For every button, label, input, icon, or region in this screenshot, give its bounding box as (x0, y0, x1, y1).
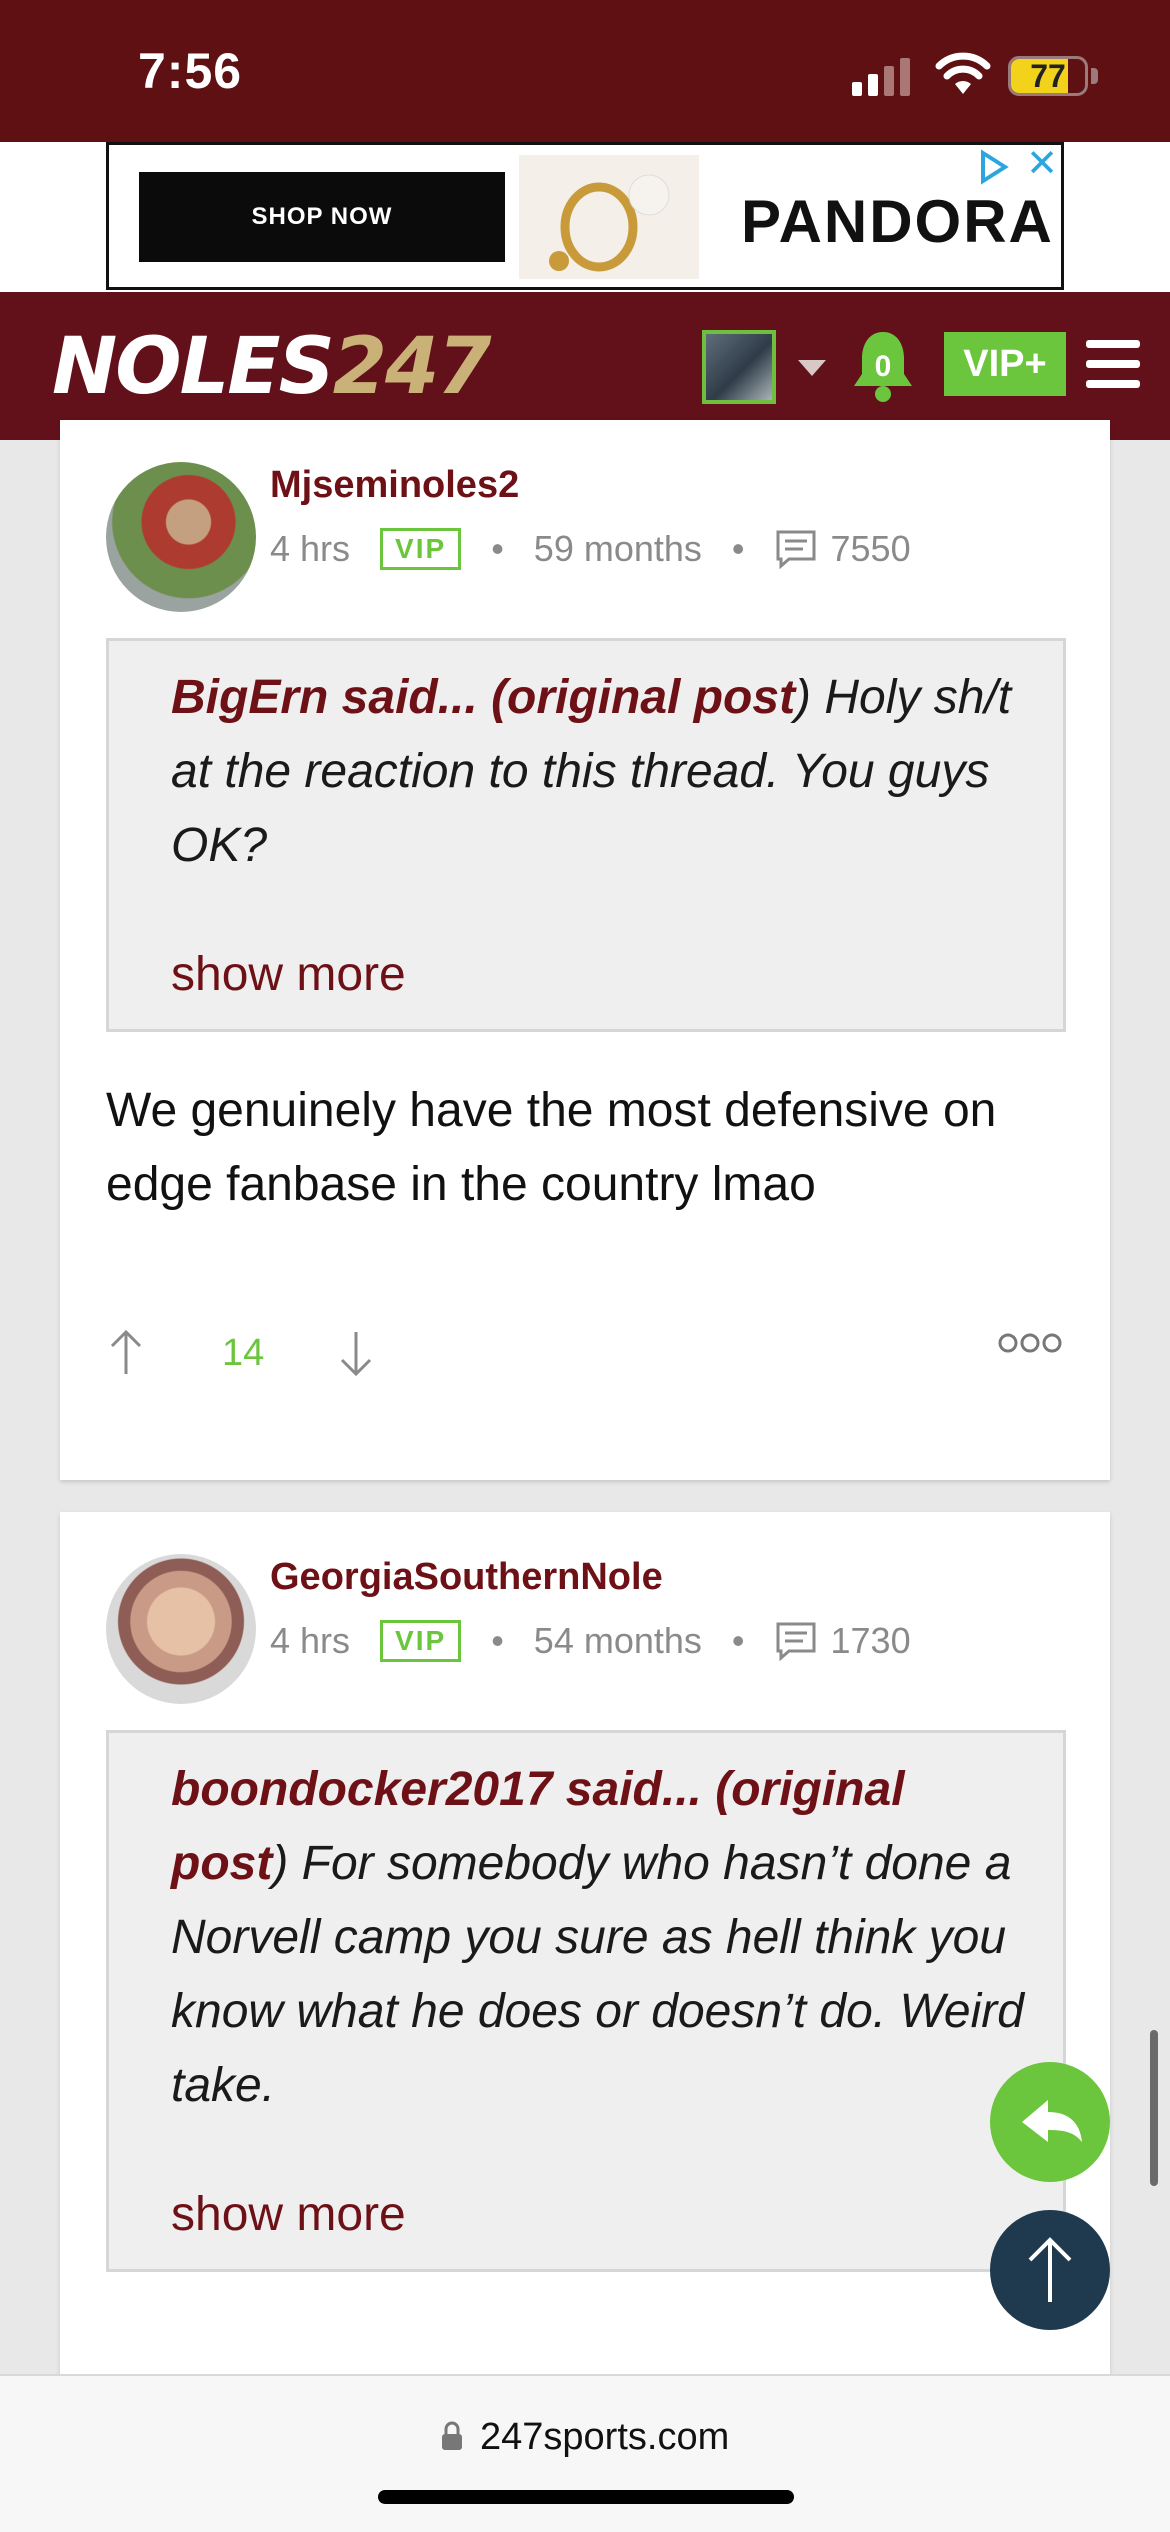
hamburger-menu-icon[interactable] (1086, 340, 1140, 388)
lock-icon (442, 2421, 462, 2450)
ad-brand-name: PANDORA (741, 188, 1054, 255)
post-time: 4 hrs (270, 1620, 351, 1661)
post-count: 1730 (830, 1620, 911, 1661)
separator-dot: • (491, 528, 504, 569)
quote-paren: ) (795, 671, 812, 724)
separator-dot: • (731, 1620, 745, 1661)
post-time: 4 hrs (270, 528, 351, 569)
close-icon[interactable]: ✕ (1025, 145, 1059, 183)
vip-badge: VIP (380, 1620, 462, 1662)
quote-block: boondocker2017 said... (original post) F… (106, 1730, 1066, 2272)
reply-icon (1022, 2100, 1082, 2142)
reply-button[interactable] (990, 2062, 1110, 2182)
quote-paren: ) (272, 1837, 289, 1890)
site-header: NOLES247 0 VIP+ (0, 292, 1170, 440)
member-tenure: 54 months (533, 1620, 702, 1661)
scrollbar[interactable] (1150, 2030, 1158, 2186)
message-icon (776, 1622, 816, 1661)
notifications-button[interactable]: 0 (852, 328, 914, 402)
chevron-down-icon[interactable] (798, 360, 826, 376)
member-tenure: 59 months (533, 528, 702, 569)
signal-icon (852, 56, 912, 96)
vip-plus-button[interactable]: VIP+ (944, 332, 1066, 396)
battery-nub (1091, 68, 1098, 84)
status-bar: 7:56 77 (0, 0, 1170, 142)
ad-creative[interactable]: SHOP NOW PANDORA ✕ (106, 142, 1064, 290)
thread-content: Mjseminoles2 4 hrs VIP • 59 months • 755… (30, 420, 1140, 2412)
home-indicator[interactable] (378, 2490, 794, 2504)
post-card: Mjseminoles2 4 hrs VIP • 59 months • 755… (60, 420, 1110, 1480)
more-options-icon[interactable] (998, 1332, 1062, 1354)
quote-text: BigErn said... (original post) Holy sh/t… (171, 661, 1031, 883)
notification-count: 0 (874, 350, 892, 383)
ad-product-image (519, 155, 699, 279)
scroll-to-top-button[interactable] (990, 2210, 1110, 2330)
battery-percent: 77 (1030, 58, 1066, 94)
show-more-link[interactable]: show more (171, 947, 406, 1002)
quote-body: For somebody who hasn’t done a Norvell c… (171, 1837, 1024, 2112)
site-logo[interactable]: NOLES247 (52, 322, 492, 412)
adchoices-icon[interactable] (975, 149, 1011, 185)
quote-author: BigErn said... ( (171, 671, 508, 724)
post-body: We genuinely have the most defensive on … (106, 1084, 997, 1211)
upvote-arrow-icon[interactable] (106, 1328, 146, 1378)
message-icon (776, 530, 816, 569)
ad-shop-now-button[interactable]: SHOP NOW (139, 172, 505, 262)
post-meta: 4 hrs VIP • 54 months • 1730 (270, 1620, 911, 1662)
logo-number: 247 (332, 322, 492, 412)
avatar[interactable] (106, 1554, 256, 1704)
separator-dot: • (731, 528, 745, 569)
logo-text: NOLES (52, 322, 335, 412)
wifi-icon (935, 52, 991, 94)
show-more-link[interactable]: show more (171, 2187, 406, 2242)
battery-icon: 77 (1008, 56, 1088, 96)
browser-url-bar[interactable]: 247sports.com (0, 2374, 1170, 2532)
post-username[interactable]: GeorgiaSouthernNole (270, 1556, 663, 1599)
quote-author: boondocker2017 said... ( (171, 1763, 732, 1816)
vote-count: 14 (222, 1332, 265, 1374)
original-post-link[interactable]: original post (507, 671, 795, 724)
arrow-up-icon (1028, 2237, 1072, 2302)
url-text[interactable]: 247sports.com (480, 2416, 729, 2459)
quote-text: boondocker2017 said... (original post) F… (171, 1753, 1031, 2123)
clock: 7:56 (138, 43, 243, 99)
vip-badge: VIP (380, 528, 462, 570)
avatar[interactable] (106, 462, 256, 612)
screen: 7:56 77 SHOP NOW PANDORA ✕ NOLES247 0 VI… (0, 0, 1170, 2532)
separator-dot: • (491, 1620, 504, 1661)
quote-block: BigErn said... (original post) Holy sh/t… (106, 638, 1066, 1032)
user-avatar[interactable] (702, 330, 776, 404)
ad-banner: SHOP NOW PANDORA ✕ (0, 142, 1170, 292)
post-count: 7550 (830, 528, 911, 569)
downvote-arrow-icon[interactable] (336, 1328, 376, 1378)
post-meta: 4 hrs VIP • 59 months • 7550 (270, 528, 911, 570)
post-username[interactable]: Mjseminoles2 (270, 464, 519, 507)
post-card: GeorgiaSouthernNole 4 hrs VIP • 54 month… (60, 1512, 1110, 2412)
